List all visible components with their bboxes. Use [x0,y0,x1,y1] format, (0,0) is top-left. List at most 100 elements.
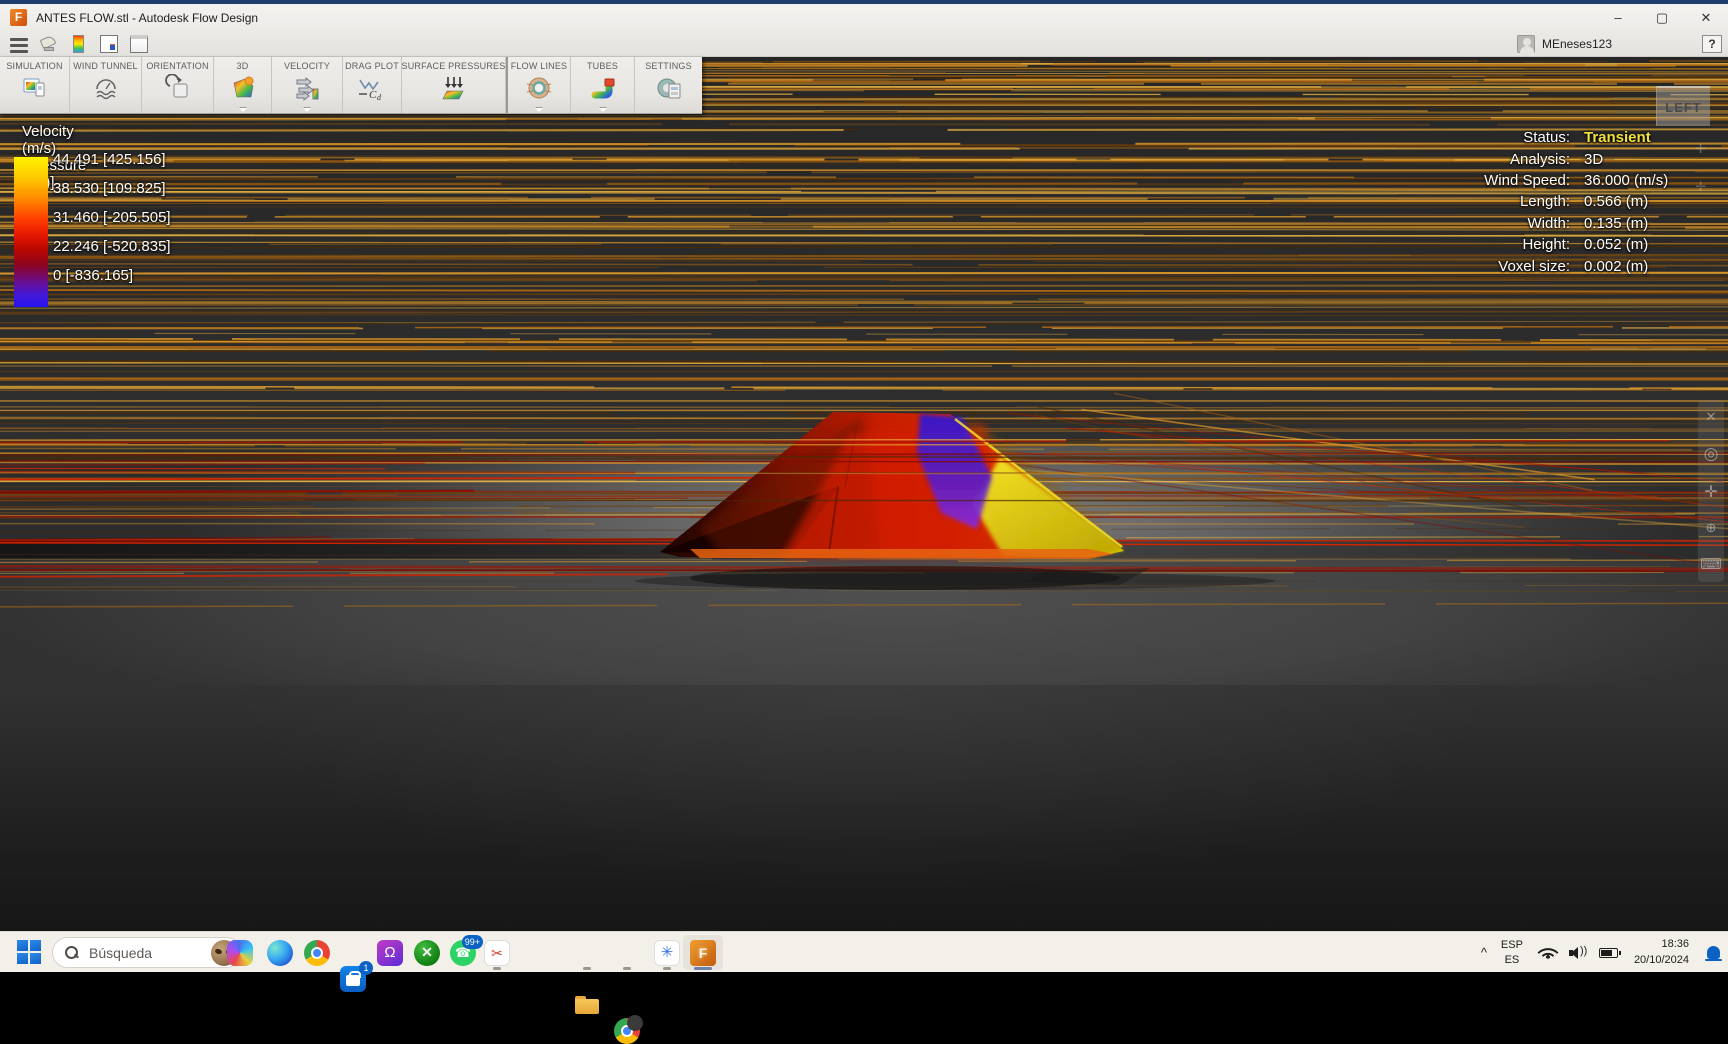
ribbon-toolbar: SIMULATION WIND TUNNEL ORIENTATION 3D VE… [0,57,702,114]
pan-hand-icon[interactable]: ✛ [1704,482,1717,502]
velocity-icon [292,73,322,103]
menu-hamburger-icon[interactable] [8,34,30,54]
status-value-width: 0.135 (m) [1584,215,1712,232]
3d-icon [228,73,258,103]
tab-settings[interactable]: SETTINGS [635,57,702,113]
tab-wind-tunnel[interactable]: WIND TUNNEL [70,57,142,113]
status-label: Height: [1442,236,1570,253]
window-title: ANTES FLOW.stl - Autodesk Flow Design [36,11,258,25]
running-indicator [583,967,591,970]
legend-entry: 44.491 [425.156] [53,151,166,168]
tab-surface-pressures[interactable]: SURFACE PRESSURES [402,57,506,113]
status-panel: Status: Transient Analysis: 3D Wind Speed:… [1442,127,1712,277]
active-running-indicator [694,967,712,970]
keyboard-icon[interactable]: ⌨ [1700,555,1722,573]
edge-icon[interactable] [267,940,293,966]
tab-simulation[interactable]: SIMULATION [0,57,70,113]
dropdown-arrow-icon[interactable] [303,108,311,112]
status-label: Width: [1442,215,1570,232]
status-value-status: Transient [1584,129,1712,146]
status-value-wind-speed: 36.000 (m/s) [1584,172,1712,189]
language-switcher[interactable]: ESP ES [1501,938,1523,967]
file-explorer-icon[interactable] [574,992,600,1018]
microsoft-store-icon[interactable]: 1 [340,966,366,992]
3d-viewport[interactable]: Velocity (m/s) [Pressure (Pa)] 44.491 [4… [0,57,1728,931]
navigation-bar[interactable]: ✕ ◎ ✛ ⊕ ⌨ [1698,400,1724,582]
status-value-voxel-size: 0.002 (m) [1584,258,1712,275]
tab-flow-lines[interactable]: FLOW LINES [506,57,571,113]
legend-entry: 22.246 [-520.835] [53,238,171,255]
chatgpt-icon[interactable]: ✳ [654,940,680,966]
simulation-icon [20,73,50,103]
omega-app-icon[interactable]: Ω [377,940,403,966]
flow-lines-icon [524,73,554,103]
copilot-icon[interactable] [227,940,253,966]
close-button[interactable]: ✕ [1684,5,1728,31]
quick-access-toolbar: MEneses123 ? [0,31,1728,57]
viewcube[interactable]: LEFT [1656,86,1710,126]
store-badge: 1 [359,961,373,975]
tab-orientation[interactable]: ORIENTATION [142,57,214,113]
legend-entry: 31.460 [-205.505] [53,209,171,226]
zoom-icon[interactable]: ⊕ [1706,520,1717,536]
status-value-analysis: 3D [1584,151,1712,168]
legend-toggle-icon[interactable] [68,34,90,54]
taskbar: Búsqueda 1 Ω ✕ ☎ 99+ ✂ ✳ F ^ ESP ES )) 1… [0,931,1728,972]
notification-bell-icon[interactable] [1707,946,1720,959]
lamp-icon[interactable] [38,34,60,54]
user-chip[interactable]: MEneses123 [1517,35,1612,53]
chrome-icon[interactable] [304,940,330,966]
status-label: Wind Speed: [1442,172,1570,189]
speaker-icon[interactable]: )) [1569,946,1587,960]
app-icon: F [10,9,27,26]
search-input[interactable]: Búsqueda [52,937,242,968]
panel-move-icon[interactable]: ✛ [1695,141,1706,157]
maximize-button[interactable]: ▢ [1640,5,1684,31]
dropdown-arrow-icon[interactable] [535,108,543,112]
panel-move-icon[interactable]: ✛ [1695,179,1706,195]
search-placeholder: Búsqueda [89,945,152,961]
start-button[interactable] [16,939,42,965]
help-button[interactable]: ? [1702,35,1722,53]
panels-toggle-icon[interactable] [98,34,120,54]
status-label: Voxel size: [1442,258,1570,275]
wind-tunnel-icon [91,73,121,103]
battery-icon[interactable] [1599,948,1618,958]
whatsapp-icon[interactable]: ☎ 99+ [450,940,476,966]
surface-pressures-icon [439,73,469,103]
user-name: MEneses123 [1542,37,1612,51]
xbox-icon[interactable]: ✕ [414,940,440,966]
search-icon [65,946,79,960]
snipping-tool-icon[interactable]: ✂ [484,940,510,966]
dropdown-arrow-icon[interactable] [599,108,607,112]
tab-velocity[interactable]: VELOCITY [272,57,343,113]
legend-entry: 38.530 [109.825] [53,180,166,197]
tray-chevron-icon[interactable]: ^ [1481,945,1487,960]
close-icon[interactable]: ✕ [1706,409,1717,425]
avatar [1517,35,1535,53]
minimize-button[interactable]: – [1596,5,1640,31]
wifi-icon[interactable] [1539,946,1557,960]
orbit-icon[interactable]: ◎ [1704,444,1719,464]
clock[interactable]: 18:36 20/10/2024 [1634,937,1689,969]
tab-tubes[interactable]: TUBES [571,57,635,113]
status-label: Analysis: [1442,151,1570,168]
window-layout-icon[interactable] [128,34,150,54]
legend-colorbar [14,157,48,307]
tray-time: 18:36 [1634,937,1689,953]
drag-plot-icon: C d [357,73,387,103]
legend-entry: 0 [-836.165] [53,267,133,284]
status-label: Length: [1442,193,1570,210]
chrome-profile-icon[interactable] [614,1018,640,1044]
status-label: Status: [1442,129,1570,146]
tab-drag-plot[interactable]: DRAG PLOT C d [343,57,402,113]
viewcube-face-label: LEFT [1665,100,1702,115]
flow-design-taskbar-icon[interactable]: F [690,940,716,966]
titlebar: F ANTES FLOW.stl - Autodesk Flow Design … [0,4,1728,31]
tab-3d[interactable]: 3D [214,57,272,113]
status-value-height: 0.052 (m) [1584,236,1712,253]
dropdown-arrow-icon[interactable] [239,108,247,112]
running-indicator [493,967,501,970]
tubes-icon [588,73,618,103]
tray-date: 20/10/2024 [1634,953,1689,969]
